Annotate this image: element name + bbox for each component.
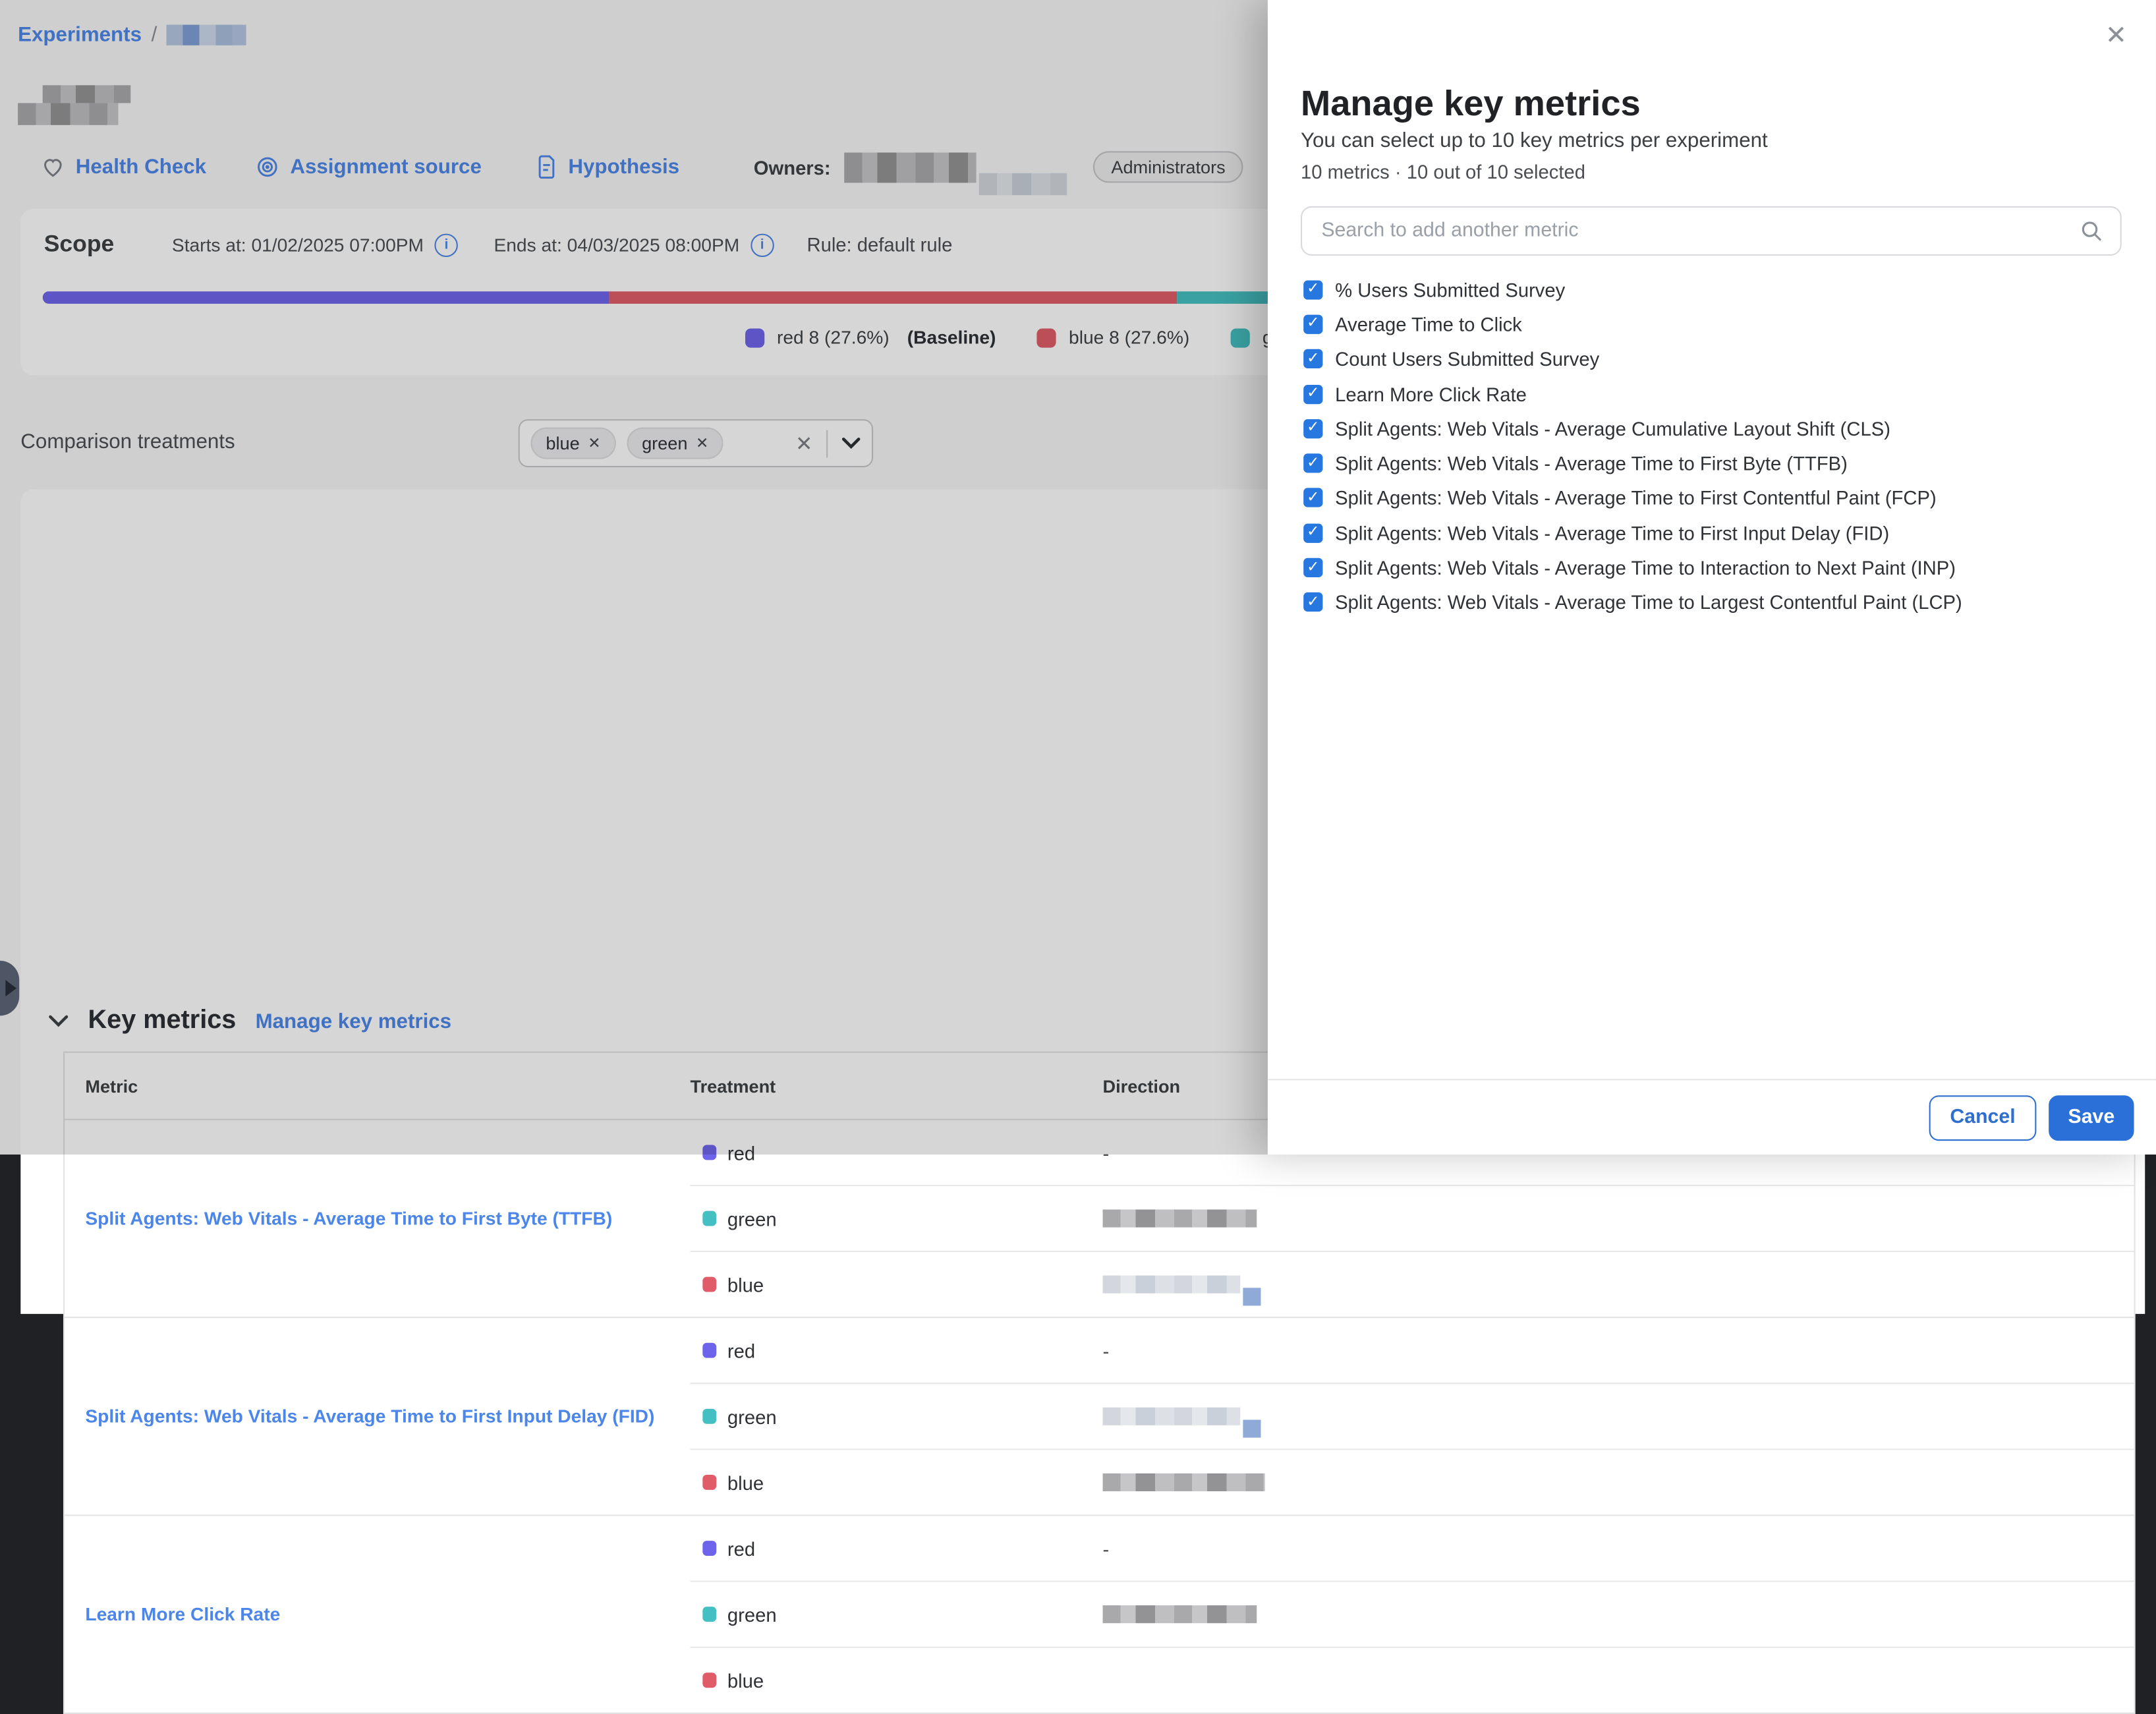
metrics-count-status: 10 metrics · 10 out of 10 selected <box>1301 161 1585 183</box>
checkbox-checked-icon[interactable]: ✓ <box>1303 593 1322 612</box>
metric-option[interactable]: ✓Split Agents: Web Vitals - Average Time… <box>1303 550 2123 585</box>
metric-option[interactable]: ✓Average Time to Click <box>1303 307 2123 342</box>
metric-option[interactable]: ✓Split Agents: Web Vitals - Average Time… <box>1303 585 2123 620</box>
metric-checkbox-list: ✓% Users Submitted Survey ✓Average Time … <box>1303 272 2123 620</box>
treatment-swatch <box>702 1475 716 1490</box>
checkbox-checked-icon[interactable]: ✓ <box>1303 488 1322 507</box>
metric-option[interactable]: ✓Split Agents: Web Vitals - Average Time… <box>1303 515 2123 550</box>
treatment-swatch <box>702 1672 716 1688</box>
checkbox-checked-icon[interactable]: ✓ <box>1303 454 1322 473</box>
table-row: blue <box>691 1251 2134 1317</box>
table-row: red - <box>691 1516 2134 1581</box>
direction-redacted <box>1103 1209 1257 1227</box>
checkbox-checked-icon[interactable]: ✓ <box>1303 314 1322 333</box>
treatment-swatch <box>702 1541 716 1556</box>
metric-option[interactable]: ✓Split Agents: Web Vitals - Average Cumu… <box>1303 411 2123 446</box>
metric-search-box <box>1301 206 2122 256</box>
metric-group-fid: Split Agents: Web Vitals - Average Time … <box>65 1317 2134 1514</box>
checkbox-checked-icon[interactable]: ✓ <box>1303 419 1322 438</box>
checkbox-checked-icon[interactable]: ✓ <box>1303 349 1322 368</box>
direction-redacted <box>1103 1276 1241 1294</box>
table-row: blue <box>691 1448 2134 1514</box>
table-row: green <box>691 1581 2134 1647</box>
metric-option[interactable]: ✓Learn More Click Rate <box>1303 376 2123 411</box>
direction-value: - <box>1103 1340 1110 1361</box>
metric-option[interactable]: ✓Split Agents: Web Vitals - Average Time… <box>1303 481 2123 516</box>
direction-redacted <box>1243 1420 1261 1438</box>
drawer-footer: Cancel Save <box>1268 1079 2156 1155</box>
direction-redacted <box>1103 1408 1241 1425</box>
metric-option[interactable]: ✓Split Agents: Web Vitals - Average Time… <box>1303 446 2123 481</box>
table-row: blue <box>691 1647 2134 1713</box>
direction-redacted <box>1103 1473 1265 1491</box>
table-row: green <box>691 1185 2134 1251</box>
treatment-swatch <box>702 1607 716 1622</box>
app-window: Experiments / Health Check Assignment so… <box>0 0 2156 1155</box>
table-row: green <box>691 1383 2134 1448</box>
direction-value: - <box>1103 1537 1110 1559</box>
treatment-swatch <box>702 1277 716 1292</box>
metric-name-cell: Learn More Click Rate <box>65 1516 690 1713</box>
treatment-swatch <box>702 1409 716 1424</box>
drawer-subtitle: You can select up to 10 key metrics per … <box>1301 129 1768 152</box>
drawer-title: Manage key metrics <box>1301 82 1641 125</box>
cancel-button[interactable]: Cancel <box>1929 1095 2037 1140</box>
save-button[interactable]: Save <box>2049 1095 2134 1140</box>
close-icon[interactable]: ✕ <box>2105 23 2127 49</box>
metric-link[interactable]: Split Agents: Web Vitals - Average Time … <box>85 1207 612 1231</box>
metric-group-learn-more: Learn More Click Rate red - green blue <box>65 1514 2134 1712</box>
direction-redacted <box>1243 1288 1261 1305</box>
metric-name-cell: Split Agents: Web Vitals - Average Time … <box>65 1318 690 1514</box>
checkbox-checked-icon[interactable]: ✓ <box>1303 558 1322 577</box>
metric-link[interactable]: Learn More Click Rate <box>85 1602 280 1626</box>
direction-redacted <box>1103 1605 1257 1623</box>
checkbox-checked-icon[interactable]: ✓ <box>1303 280 1322 299</box>
treatment-swatch <box>702 1211 716 1226</box>
search-icon <box>2079 219 2104 244</box>
checkbox-checked-icon[interactable]: ✓ <box>1303 523 1322 542</box>
metric-search-input[interactable] <box>1302 220 2079 242</box>
manage-key-metrics-drawer: ✕ Manage key metrics You can select up t… <box>1268 0 2156 1155</box>
table-row: red - <box>691 1318 2134 1383</box>
metric-option[interactable]: ✓Count Users Submitted Survey <box>1303 341 2123 376</box>
checkbox-checked-icon[interactable]: ✓ <box>1303 384 1322 403</box>
treatment-swatch <box>702 1343 716 1358</box>
metric-option[interactable]: ✓% Users Submitted Survey <box>1303 272 2123 307</box>
metric-link[interactable]: Split Agents: Web Vitals - Average Time … <box>85 1404 654 1429</box>
